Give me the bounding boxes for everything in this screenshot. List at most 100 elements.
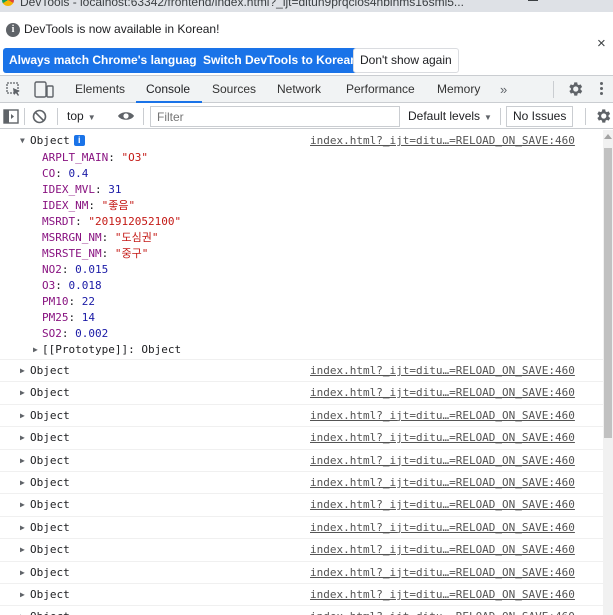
collapsed-triangle-icon[interactable]: ▶ — [20, 382, 25, 404]
scroll-up-arrow-icon[interactable] — [604, 134, 612, 139]
property-value: 22 — [81, 295, 95, 308]
console-message: index.html?_ijt=ditu…=RELOAD_ON_SAVE:460… — [0, 517, 603, 540]
property-colon: : — [101, 231, 115, 244]
property-value: "좋음" — [101, 199, 136, 212]
switch-to-korean-button[interactable]: Switch DevTools to Korean — [197, 48, 364, 73]
collapsed-triangle-icon[interactable]: ▶ — [20, 606, 25, 615]
console-message: index.html?_ijt=ditu…=RELOAD_ON_SAVE:460… — [0, 494, 603, 517]
always-match-language-button[interactable]: Always match Chrome's language — [3, 48, 210, 73]
log-levels-dropdown[interactable]: Default levels ▼ — [408, 109, 492, 123]
device-toolbar-icon[interactable] — [34, 81, 54, 98]
expanded-triangle-icon[interactable]: ▼ — [20, 130, 25, 152]
console-settings-gear-icon[interactable] — [594, 107, 612, 125]
collapsed-triangle-icon[interactable]: ▶ — [20, 360, 25, 382]
console-message: index.html?_ijt=ditu…=RELOAD_ON_SAVE:460… — [0, 382, 603, 405]
show-sidebar-icon[interactable] — [3, 109, 19, 124]
console-toolbar: top▼ Default levels▼ No Issues — [0, 104, 613, 129]
collapsed-triangle-icon[interactable]: ▶ — [20, 494, 25, 516]
object-header[interactable]: ▶ Object — [0, 427, 603, 449]
object-header[interactable]: ▶ Object — [0, 562, 603, 584]
object-property: MSRRGN_NM: "도심권" — [0, 230, 603, 246]
tab-network[interactable]: Network — [277, 76, 321, 103]
clear-console-icon[interactable] — [32, 109, 47, 124]
property-value: 0.018 — [68, 279, 102, 292]
object-header[interactable]: ▶ Object — [0, 584, 603, 606]
collapsed-triangle-icon[interactable]: ▶ — [20, 517, 25, 539]
console-message: index.html?_ijt=ditu…=RELOAD_ON_SAVE:460… — [0, 562, 603, 584]
object-label: Object — [30, 587, 70, 601]
issues-counter-button[interactable]: No Issues — [506, 106, 574, 127]
property-value: 0.015 — [75, 263, 109, 276]
object-property: MSRDT: "201912052100" — [0, 214, 603, 230]
collapsed-triangle-icon[interactable]: ▶ — [20, 539, 25, 561]
property-value: "도심권" — [114, 231, 159, 244]
collapsed-triangle-icon[interactable]: ▶ — [20, 427, 25, 449]
collapsed-triangle-icon[interactable]: ▶ — [33, 342, 38, 358]
property-colon: : — [55, 167, 69, 180]
object-label: Object — [30, 386, 70, 400]
scrollbar-thumb[interactable] — [604, 148, 612, 438]
property-colon: : — [94, 183, 109, 196]
object-header[interactable]: ▶ Object — [0, 450, 603, 472]
object-header[interactable]: ▶ Object — [0, 539, 603, 561]
collapsed-triangle-icon[interactable]: ▶ — [20, 472, 25, 494]
info-badge-icon[interactable]: i — [73, 135, 85, 146]
minimize-button[interactable] — [528, 0, 538, 1]
execution-context-select[interactable]: top ▼ — [67, 109, 96, 123]
devtools-tab-bar: Elements Console Sources Network Perform… — [0, 76, 613, 103]
tab-console[interactable]: Console — [136, 76, 202, 103]
property-key: IDEX_NM — [42, 199, 89, 212]
property-colon: : — [61, 263, 76, 276]
prototype-row[interactable]: ▶ [[Prototype]]: Object — [0, 342, 603, 358]
object-label: Object — [30, 431, 70, 445]
dont-show-again-button[interactable]: Don't show again — [353, 48, 459, 73]
more-tabs-chevron-icon[interactable]: » — [500, 82, 507, 97]
collapsed-triangle-icon[interactable]: ▶ — [20, 562, 25, 584]
collapsed-messages: index.html?_ijt=ditu…=RELOAD_ON_SAVE:460… — [0, 360, 603, 615]
collapsed-triangle-icon[interactable]: ▶ — [20, 405, 25, 427]
object-property: PM25: 14 — [0, 310, 603, 326]
object-label: Object — [30, 364, 70, 377]
object-label: Object — [30, 408, 70, 422]
collapsed-triangle-icon[interactable]: ▶ — [20, 450, 25, 472]
object-header[interactable]: ▶ Object — [0, 517, 603, 539]
console-scrollbar[interactable] — [603, 130, 613, 615]
tab-sources[interactable]: Sources — [212, 76, 256, 103]
property-key: SO2 — [42, 327, 62, 340]
close-icon[interactable]: × — [597, 36, 606, 51]
filter-input[interactable] — [150, 106, 400, 127]
object-header[interactable]: ▶ Object — [0, 360, 603, 382]
live-expression-eye-icon[interactable] — [117, 110, 135, 122]
customize-menu-icon[interactable] — [600, 82, 604, 96]
object-header[interactable]: ▶ Object — [0, 382, 603, 404]
property-colon: : — [55, 279, 69, 292]
object-header[interactable]: ▼ Object i — [0, 130, 603, 150]
property-colon: : — [61, 327, 76, 340]
object-header[interactable]: ▶ Object — [0, 405, 603, 427]
log-levels-value: Default levels — [408, 109, 481, 123]
collapsed-triangle-icon[interactable]: ▶ — [20, 584, 25, 606]
tab-performance[interactable]: Performance — [346, 76, 415, 103]
object-label: Object — [30, 498, 70, 512]
settings-gear-icon[interactable] — [566, 80, 584, 98]
object-header[interactable]: ▶ Object — [0, 494, 603, 516]
tab-divider — [553, 81, 554, 98]
object-property: IDEX_MVL: 31 — [0, 182, 603, 198]
inspect-element-icon[interactable] — [6, 82, 22, 97]
tab-elements[interactable]: Elements — [66, 76, 133, 103]
object-property: IDEX_NM: "좋음" — [0, 198, 603, 214]
property-key: IDEX_MVL — [42, 183, 95, 196]
tab-memory[interactable]: Memory — [437, 76, 480, 103]
console-message: index.html?_ijt=ditu…=RELOAD_ON_SAVE:460… — [0, 539, 603, 562]
object-header[interactable]: ▶ Object — [0, 606, 603, 615]
property-key: MSRRGN_NM — [42, 231, 102, 244]
object-label: Object — [30, 543, 70, 557]
object-property: NO2: 0.015 — [0, 262, 603, 278]
toolbar-divider — [585, 108, 586, 125]
object-header[interactable]: ▶ Object — [0, 472, 603, 494]
console-message: index.html?_ijt=ditu…=RELOAD_ON_SAVE:460… — [0, 584, 603, 607]
property-key: PM10 — [42, 295, 69, 308]
chevron-down-icon: ▼ — [87, 113, 96, 122]
property-key: MSRDT — [42, 215, 76, 228]
object-property: CO: 0.4 — [0, 166, 603, 182]
